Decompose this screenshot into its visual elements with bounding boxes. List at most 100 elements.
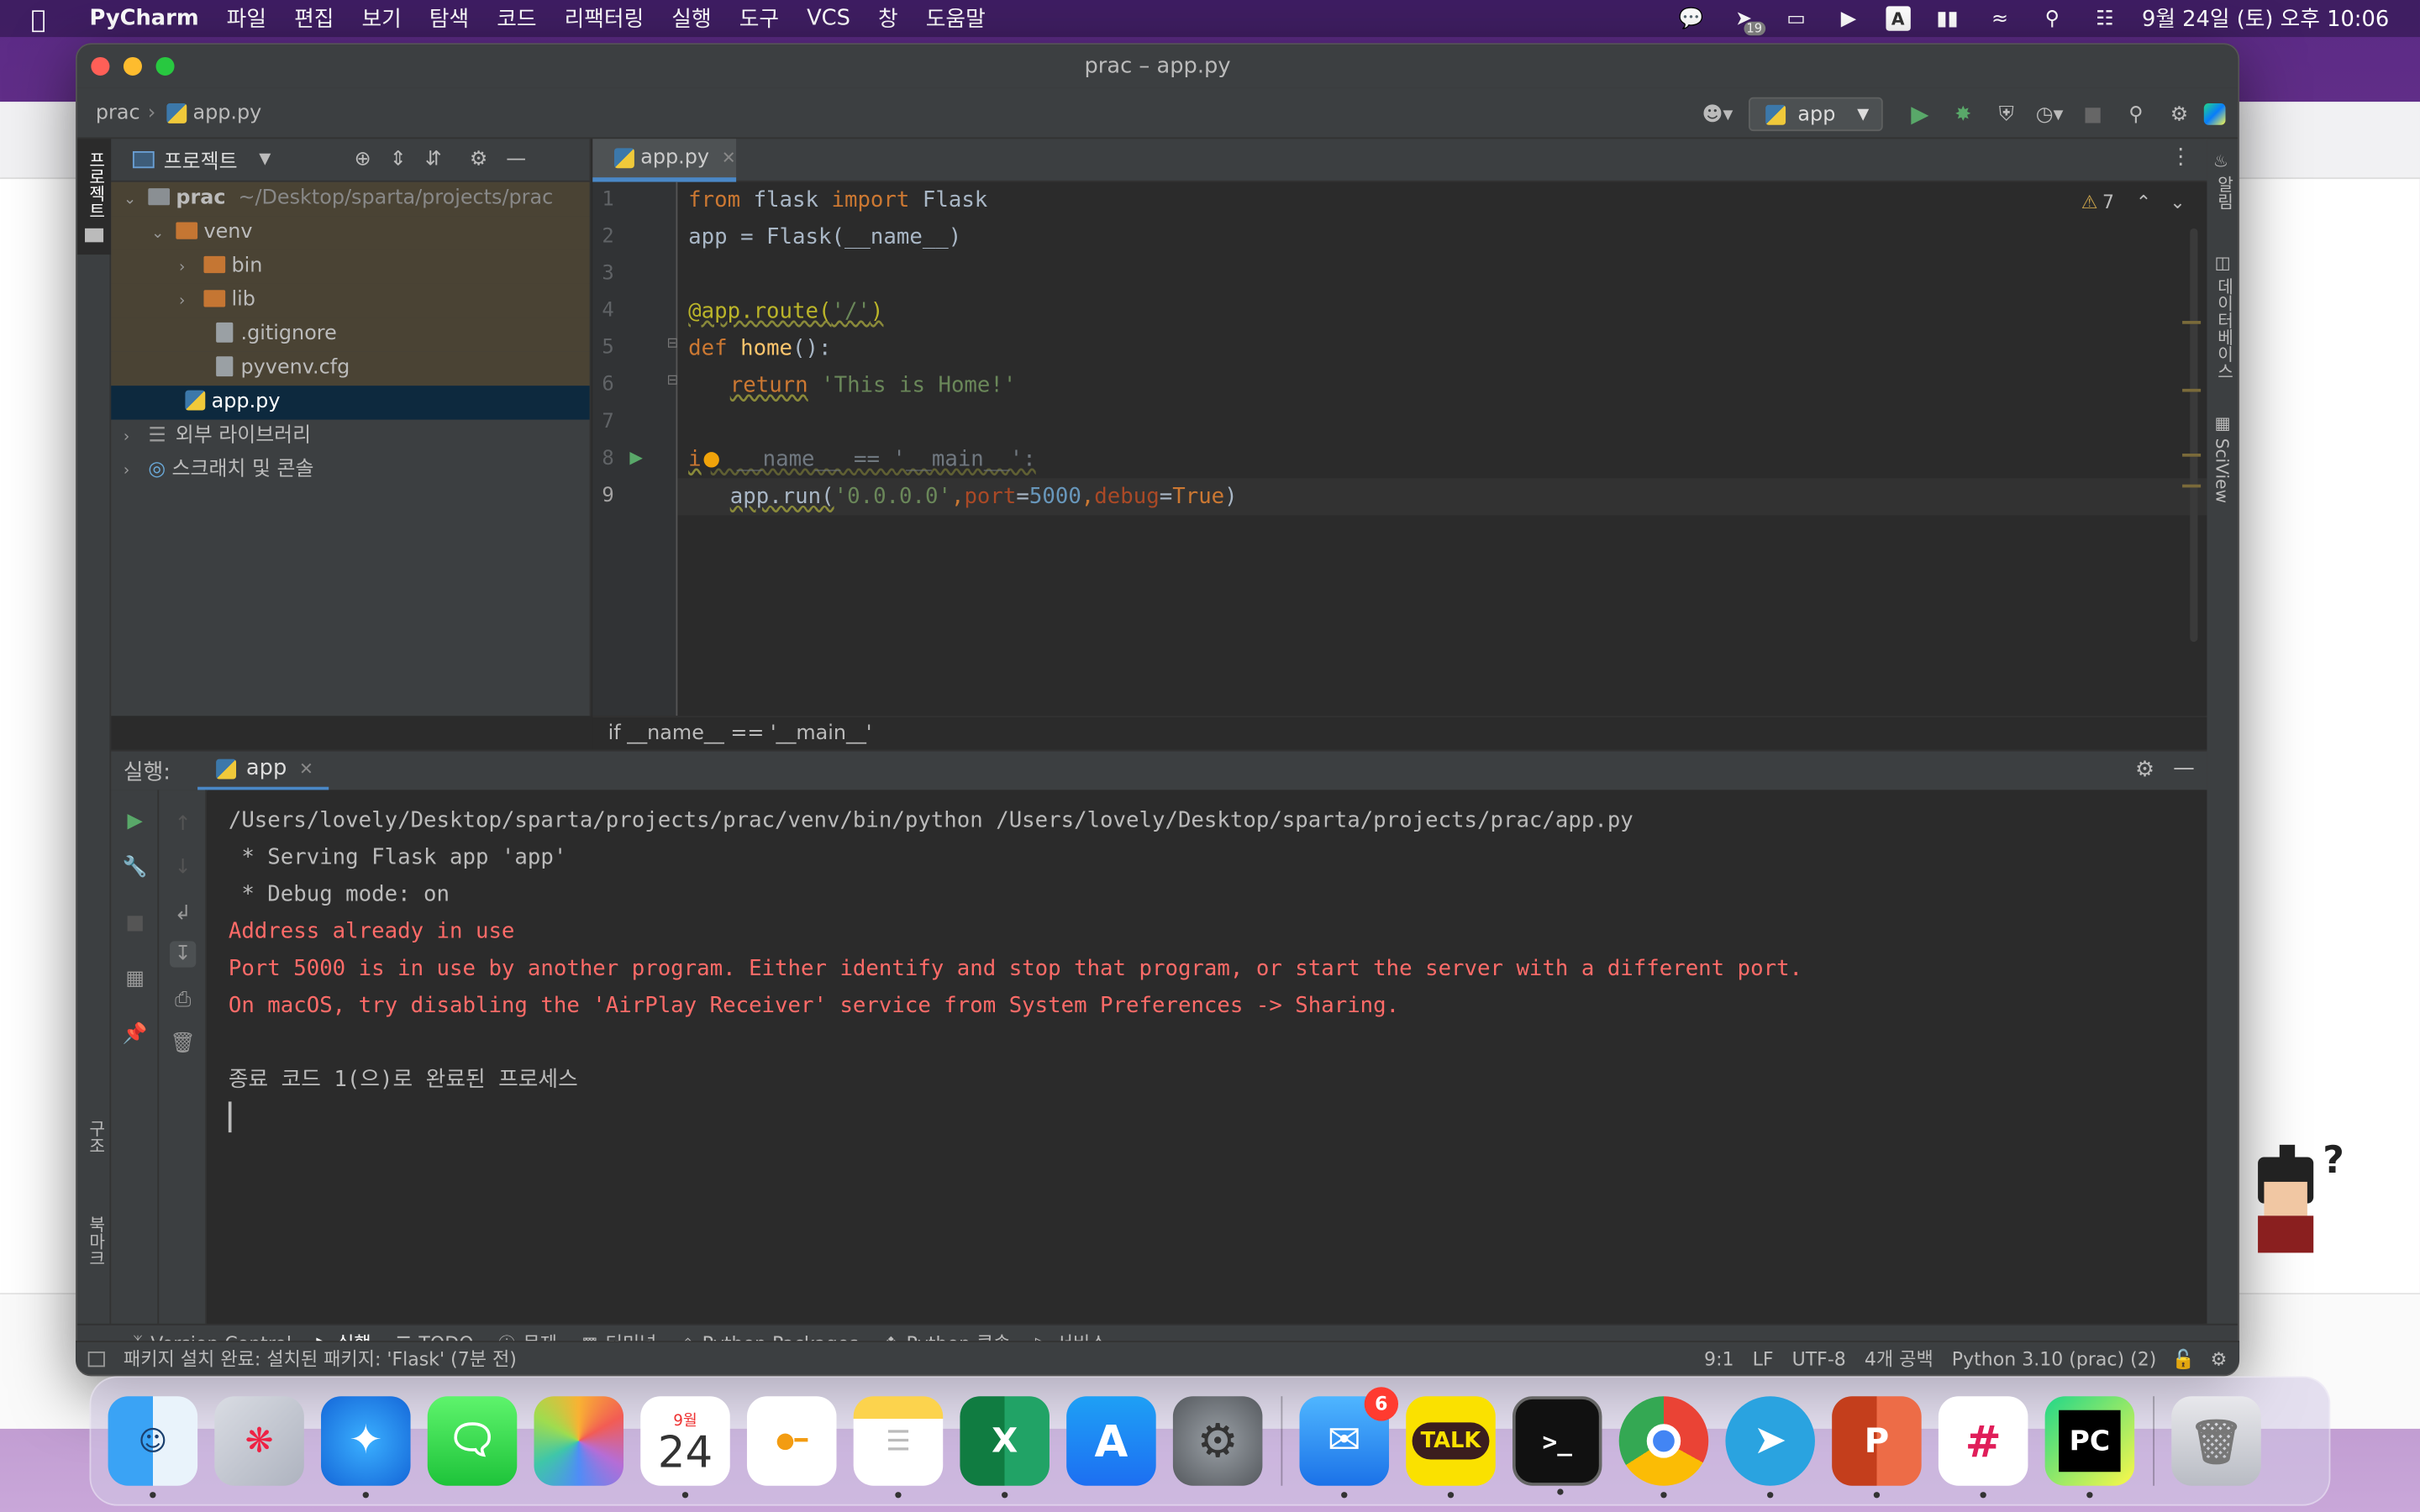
- inspection-widget[interactable]: ⚠ 7 ⌃ ⌄: [2081, 192, 2186, 213]
- nav-crumb-file[interactable]: app.py: [192, 101, 261, 124]
- mail-app-icon[interactable]: ✉ 6: [1299, 1387, 1399, 1499]
- input-source-icon[interactable]: A: [1886, 6, 1911, 31]
- run-config-dropdown[interactable]: app ▼: [1748, 97, 1883, 132]
- menu-help[interactable]: 도움말: [926, 3, 986, 34]
- wifi-icon[interactable]: ≈: [1985, 6, 2016, 30]
- send-icon[interactable]: ➤ 19: [1728, 6, 1765, 36]
- collapse-all-icon[interactable]: ⇵: [425, 148, 442, 171]
- warnings-status-icon[interactable]: ⚙: [2211, 1347, 2228, 1369]
- tree-item-external-libraries[interactable]: › ☰ 외부 라이브러리: [111, 420, 589, 454]
- menu-app-name[interactable]: PyCharm: [90, 6, 199, 30]
- profile-icon[interactable]: ◷▾: [2031, 97, 2068, 131]
- scroll-to-end-icon[interactable]: ↧: [170, 941, 197, 968]
- python-interpreter[interactable]: Python 3.10 (prac) (2): [1952, 1347, 2157, 1369]
- tree-item-gitignore[interactable]: .gitignore: [111, 318, 590, 352]
- project-strip-label[interactable]: 프로젝트: [83, 151, 108, 219]
- close-window-button[interactable]: [91, 56, 110, 76]
- notes-app-icon[interactable]: ☰: [853, 1396, 944, 1499]
- nav-crumb-project[interactable]: prac: [96, 101, 140, 124]
- reminders-app-icon[interactable]: ●━: [746, 1396, 837, 1486]
- tree-item-lib[interactable]: › lib: [111, 283, 590, 318]
- window-icon[interactable]: ▭: [1781, 6, 1812, 30]
- tree-item-pyvenv-cfg[interactable]: pyvenv.cfg: [111, 351, 590, 386]
- stop-icon[interactable]: ■: [2075, 97, 2112, 131]
- line-separator[interactable]: LF: [1753, 1347, 1774, 1369]
- warning-marker[interactable]: [2182, 484, 2202, 488]
- stop-icon[interactable]: ■: [122, 911, 148, 937]
- editor-breadcrumb[interactable]: if __name__ == '__main__': [592, 716, 2207, 750]
- run-settings-icon[interactable]: ⚙: [2135, 758, 2154, 782]
- messages-app-icon[interactable]: 🗨: [427, 1396, 518, 1486]
- print-icon[interactable]: ⎙: [170, 987, 196, 1013]
- pin-icon[interactable]: 📌: [122, 1021, 148, 1047]
- expand-all-icon[interactable]: ⇕: [390, 148, 407, 171]
- coverage-icon[interactable]: ⛨: [1988, 97, 2025, 131]
- tab-app-py[interactable]: app.py ✕: [592, 139, 737, 182]
- chevron-right-icon[interactable]: ›: [179, 251, 197, 285]
- locate-icon[interactable]: ⊕: [355, 148, 371, 171]
- fold-icon[interactable]: ⊟: [666, 336, 678, 351]
- run-gutter-icon[interactable]: ▶: [629, 448, 643, 468]
- menu-file[interactable]: 파일: [227, 3, 266, 34]
- menu-code[interactable]: 코드: [497, 3, 536, 34]
- lock-icon[interactable]: 🔓: [2172, 1347, 2195, 1369]
- dropdown-caret-icon[interactable]: ▼: [259, 151, 271, 168]
- play-circle-icon[interactable]: ▶: [1833, 6, 1865, 30]
- app-store-app-icon[interactable]: A: [1066, 1396, 1156, 1486]
- finder-app-icon[interactable]: ☺: [108, 1396, 198, 1499]
- user-icon[interactable]: ☻▾: [1699, 97, 1736, 131]
- editor-scrollbar[interactable]: [2190, 228, 2198, 643]
- settings-gear-icon[interactable]: ⚙: [2160, 97, 2197, 131]
- chevron-right-icon[interactable]: ›: [124, 455, 142, 489]
- chat-icon[interactable]: 💬: [1676, 6, 1707, 30]
- menu-edit[interactable]: 편집: [294, 3, 334, 34]
- file-encoding[interactable]: UTF-8: [1792, 1347, 1846, 1369]
- search-icon[interactable]: ⚲: [2037, 6, 2068, 30]
- status-message[interactable]: 패키지 설치 완료: 설치된 패키지: 'Flask' (7분 전): [124, 1346, 517, 1372]
- wrench-icon[interactable]: 🔧: [122, 855, 148, 881]
- caret-position[interactable]: 9:1: [1704, 1347, 1733, 1369]
- warning-marker[interactable]: [2182, 453, 2202, 457]
- kakaotalk-app-icon[interactable]: TALK: [1406, 1396, 1496, 1499]
- safari-app-icon[interactable]: ✦: [321, 1396, 411, 1499]
- telegram-app-icon[interactable]: ➤: [1725, 1396, 1815, 1499]
- soft-wrap-icon[interactable]: ↲: [170, 901, 196, 927]
- code-editor[interactable]: 1 2 3 4 5 6 7 8 9 ▶ ⊟ ⊟ from flask impor…: [592, 181, 2207, 717]
- powerpoint-app-icon[interactable]: P: [1832, 1396, 1922, 1499]
- close-tab-icon[interactable]: ✕: [722, 148, 736, 168]
- close-tab-icon[interactable]: ✕: [299, 759, 313, 779]
- menu-navigate[interactable]: 탐색: [429, 3, 469, 34]
- chevron-right-icon[interactable]: ›: [124, 421, 142, 454]
- previous-highlight-icon[interactable]: ⌃: [2136, 192, 2151, 213]
- menu-vcs[interactable]: VCS: [807, 6, 850, 30]
- excel-app-icon[interactable]: X: [960, 1396, 1050, 1499]
- fold-icon[interactable]: ⊟: [666, 373, 678, 388]
- menu-window[interactable]: 창: [878, 3, 898, 34]
- photos-app-icon[interactable]: [534, 1396, 624, 1486]
- search-everywhere-icon[interactable]: ⚲: [2118, 97, 2154, 131]
- warning-marker[interactable]: [2182, 388, 2202, 392]
- menu-view[interactable]: 보기: [361, 3, 401, 34]
- trash-icon[interactable]: 🗑: [170, 1031, 196, 1057]
- panel-settings-icon[interactable]: ⚙: [470, 148, 487, 171]
- bookmarks-strip-label[interactable]: 북마크: [83, 1215, 108, 1267]
- layout-icon[interactable]: ▦: [122, 966, 148, 992]
- database-strip-label[interactable]: 데이터베이스: [2212, 278, 2236, 380]
- battery-icon[interactable]: ▮▮: [1932, 6, 1963, 30]
- calendar-app-icon[interactable]: 9월 24: [640, 1396, 730, 1499]
- debug-icon[interactable]: ✸: [1944, 97, 1981, 131]
- structure-strip-label[interactable]: 구조: [83, 1120, 108, 1153]
- tree-item-scratches[interactable]: › ◎ 스크래치 및 콘솔: [111, 454, 589, 487]
- trash-app-icon[interactable]: 🗑: [2171, 1396, 2261, 1486]
- warning-marker[interactable]: [2182, 321, 2202, 324]
- run-icon[interactable]: ▶: [1902, 97, 1939, 131]
- indent-setting[interactable]: 4개 공백: [1865, 1346, 1933, 1372]
- menubar-clock[interactable]: 9월 24일 (토) 오후 10:06: [2142, 3, 2389, 34]
- terminal-app-icon[interactable]: >_: [1512, 1396, 1602, 1495]
- run-tab-app[interactable]: app ✕: [197, 751, 329, 791]
- rerun-icon[interactable]: ▶: [122, 808, 148, 834]
- zoom-window-button[interactable]: [155, 56, 175, 76]
- run-console-output[interactable]: /Users/lovely/Desktop/sparta/projects/pr…: [207, 790, 2207, 1324]
- apple-icon[interactable]: : [31, 4, 59, 34]
- pycharm-app-icon[interactable]: PC: [2044, 1396, 2135, 1499]
